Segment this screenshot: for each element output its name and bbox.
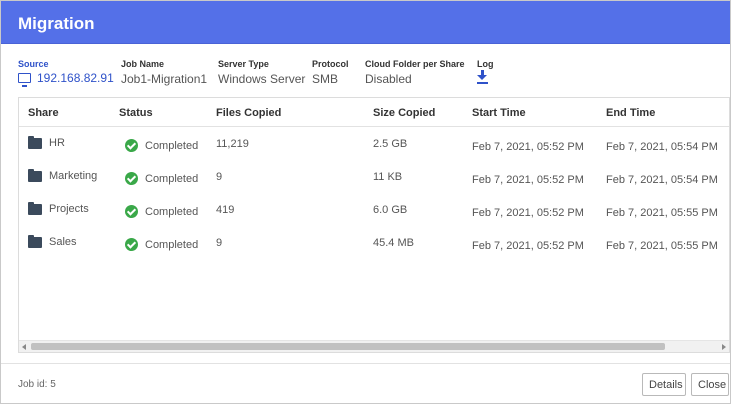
cloud-folder-label: Cloud Folder per Share (365, 59, 465, 69)
migration-dialog: Migration Source 192.168.82.91 Job Name … (0, 0, 731, 404)
download-icon (477, 70, 488, 84)
status-text: Completed (145, 205, 199, 218)
size-copied-cell: 6.0 GB (373, 204, 408, 216)
start-time-cell: Feb 7, 2021, 05:52 PM (472, 174, 584, 186)
check-circle-icon (125, 172, 138, 185)
job-name-value: Job1-Migration1 (121, 72, 208, 86)
close-button[interactable]: Close (691, 373, 729, 396)
protocol-info: Protocol SMB (312, 59, 349, 86)
start-time-cell: Feb 7, 2021, 05:52 PM (472, 240, 584, 252)
check-circle-icon (125, 238, 138, 251)
status-text: Completed (145, 238, 199, 251)
column-header-files-copied[interactable]: Files Copied (216, 107, 281, 119)
size-copied-cell: 11 KB (373, 171, 403, 183)
share-name: Sales (49, 236, 77, 248)
protocol-value: SMB (312, 72, 339, 86)
scrollbar-thumb[interactable] (31, 343, 665, 350)
column-header-share[interactable]: Share (28, 107, 59, 119)
size-copied-cell: 2.5 GB (373, 138, 408, 150)
share-cell: Marketing (28, 168, 98, 182)
job-id-text: Job id: 5 (18, 379, 56, 390)
horizontal-scrollbar[interactable] (19, 340, 729, 352)
server-type-label: Server Type (218, 59, 269, 69)
table-row[interactable]: Projects Completed 419 6.0 GB Feb 7, 202… (19, 195, 729, 228)
source-label: Source (18, 59, 49, 69)
folder-icon (28, 168, 42, 182)
end-time-cell: Feb 7, 2021, 05:55 PM (606, 207, 718, 219)
scroll-right-icon[interactable] (722, 344, 726, 350)
status-cell: Completed (125, 238, 198, 251)
dialog-footer: Job id: 5 Details Close (1, 363, 730, 404)
protocol-label: Protocol (312, 59, 349, 69)
files-copied-cell: 9 (216, 237, 223, 249)
column-header-end-time[interactable]: End Time (606, 107, 655, 119)
end-time-cell: Feb 7, 2021, 05:54 PM (606, 141, 718, 153)
status-cell: Completed (125, 172, 198, 185)
column-header-start-time[interactable]: Start Time (472, 107, 526, 119)
log-label: Log (477, 59, 494, 69)
status-text: Completed (145, 172, 199, 185)
dialog-title: Migration (18, 14, 95, 33)
scroll-left-icon[interactable] (22, 344, 26, 350)
source-link[interactable]: 192.168.82.91 (18, 71, 114, 87)
check-circle-icon (125, 139, 138, 152)
monitor-icon (18, 73, 31, 87)
table-row[interactable]: HR Completed 11,219 2.5 GB Feb 7, 2021, … (19, 129, 729, 162)
folder-icon (28, 234, 42, 248)
table-row[interactable]: Marketing Completed 9 11 KB Feb 7, 2021,… (19, 162, 729, 195)
log-info: Log (477, 59, 494, 87)
job-name-label: Job Name (121, 59, 165, 69)
shares-table: Share Status Files Copied Size Copied St… (18, 97, 730, 353)
server-type-info: Server Type Windows Server (218, 59, 305, 86)
dialog-header: Migration (1, 1, 730, 44)
share-name: HR (49, 137, 65, 149)
end-time-cell: Feb 7, 2021, 05:54 PM (606, 174, 718, 186)
check-circle-icon (125, 205, 138, 218)
job-name-info: Job Name Job1-Migration1 (121, 59, 207, 86)
size-copied-cell: 45.4 MB (373, 237, 414, 249)
source-value: 192.168.82.91 (37, 71, 114, 85)
cloud-folder-info: Cloud Folder per Share Disabled (365, 59, 465, 86)
share-cell: HR (28, 135, 65, 149)
start-time-cell: Feb 7, 2021, 05:52 PM (472, 141, 584, 153)
files-copied-cell: 11,219 (216, 138, 249, 150)
share-cell: Sales (28, 234, 77, 248)
files-copied-cell: 9 (216, 171, 223, 183)
folder-icon (28, 201, 42, 215)
share-name: Marketing (49, 170, 98, 182)
table-header: Share Status Files Copied Size Copied St… (19, 98, 729, 127)
log-download-button[interactable] (477, 70, 494, 87)
source-info: Source 192.168.82.91 (18, 59, 114, 87)
folder-icon (28, 135, 42, 149)
column-header-status[interactable]: Status (119, 107, 153, 119)
details-button[interactable]: Details (642, 373, 686, 396)
cloud-folder-value: Disabled (365, 72, 412, 86)
status-cell: Completed (125, 139, 198, 152)
share-name: Projects (49, 203, 89, 215)
status-text: Completed (145, 139, 199, 152)
files-copied-cell: 419 (216, 204, 235, 216)
table-row[interactable]: Sales Completed 9 45.4 MB Feb 7, 2021, 0… (19, 228, 729, 261)
start-time-cell: Feb 7, 2021, 05:52 PM (472, 207, 584, 219)
end-time-cell: Feb 7, 2021, 05:55 PM (606, 240, 718, 252)
column-header-size-copied[interactable]: Size Copied (373, 107, 435, 119)
share-cell: Projects (28, 201, 89, 215)
server-type-value: Windows Server (218, 72, 306, 86)
status-cell: Completed (125, 205, 198, 218)
